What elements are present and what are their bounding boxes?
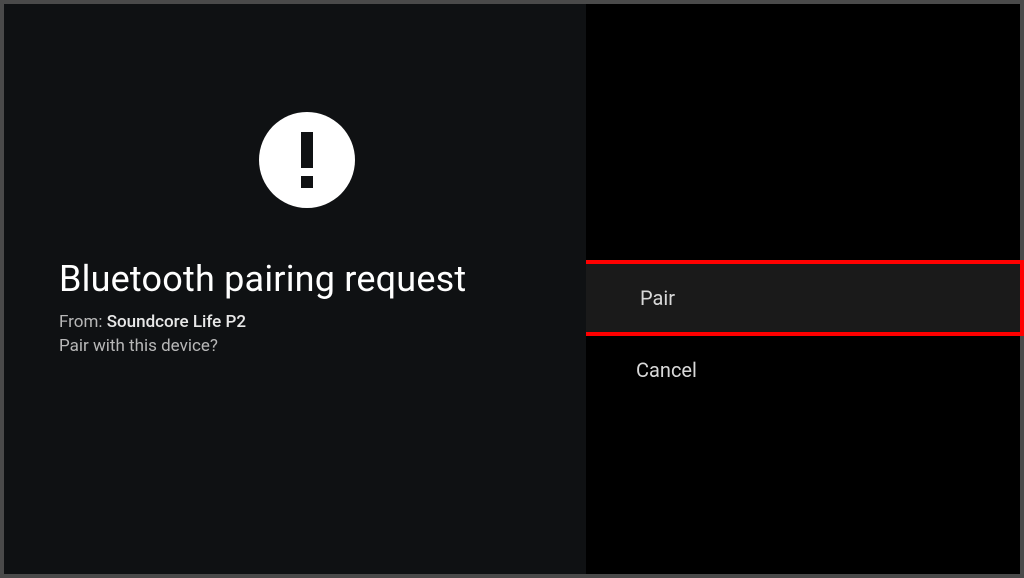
info-panel: Bluetooth pairing request From: Soundcor… xyxy=(4,4,586,574)
alert-icon xyxy=(259,112,355,208)
pair-prompt: Pair with this device? xyxy=(59,336,586,356)
dialog-title: Bluetooth pairing request xyxy=(59,258,586,300)
cancel-button[interactable]: Cancel xyxy=(586,336,1020,404)
pairing-dialog-frame: Bluetooth pairing request From: Soundcor… xyxy=(4,4,1020,574)
pair-button[interactable]: Pair xyxy=(582,260,1024,336)
actions-panel: Pair Cancel xyxy=(586,4,1020,574)
from-label: From: xyxy=(59,312,107,332)
device-name: Soundcore Life P2 xyxy=(107,312,246,332)
from-line: From: Soundcore Life P2 xyxy=(59,312,586,332)
